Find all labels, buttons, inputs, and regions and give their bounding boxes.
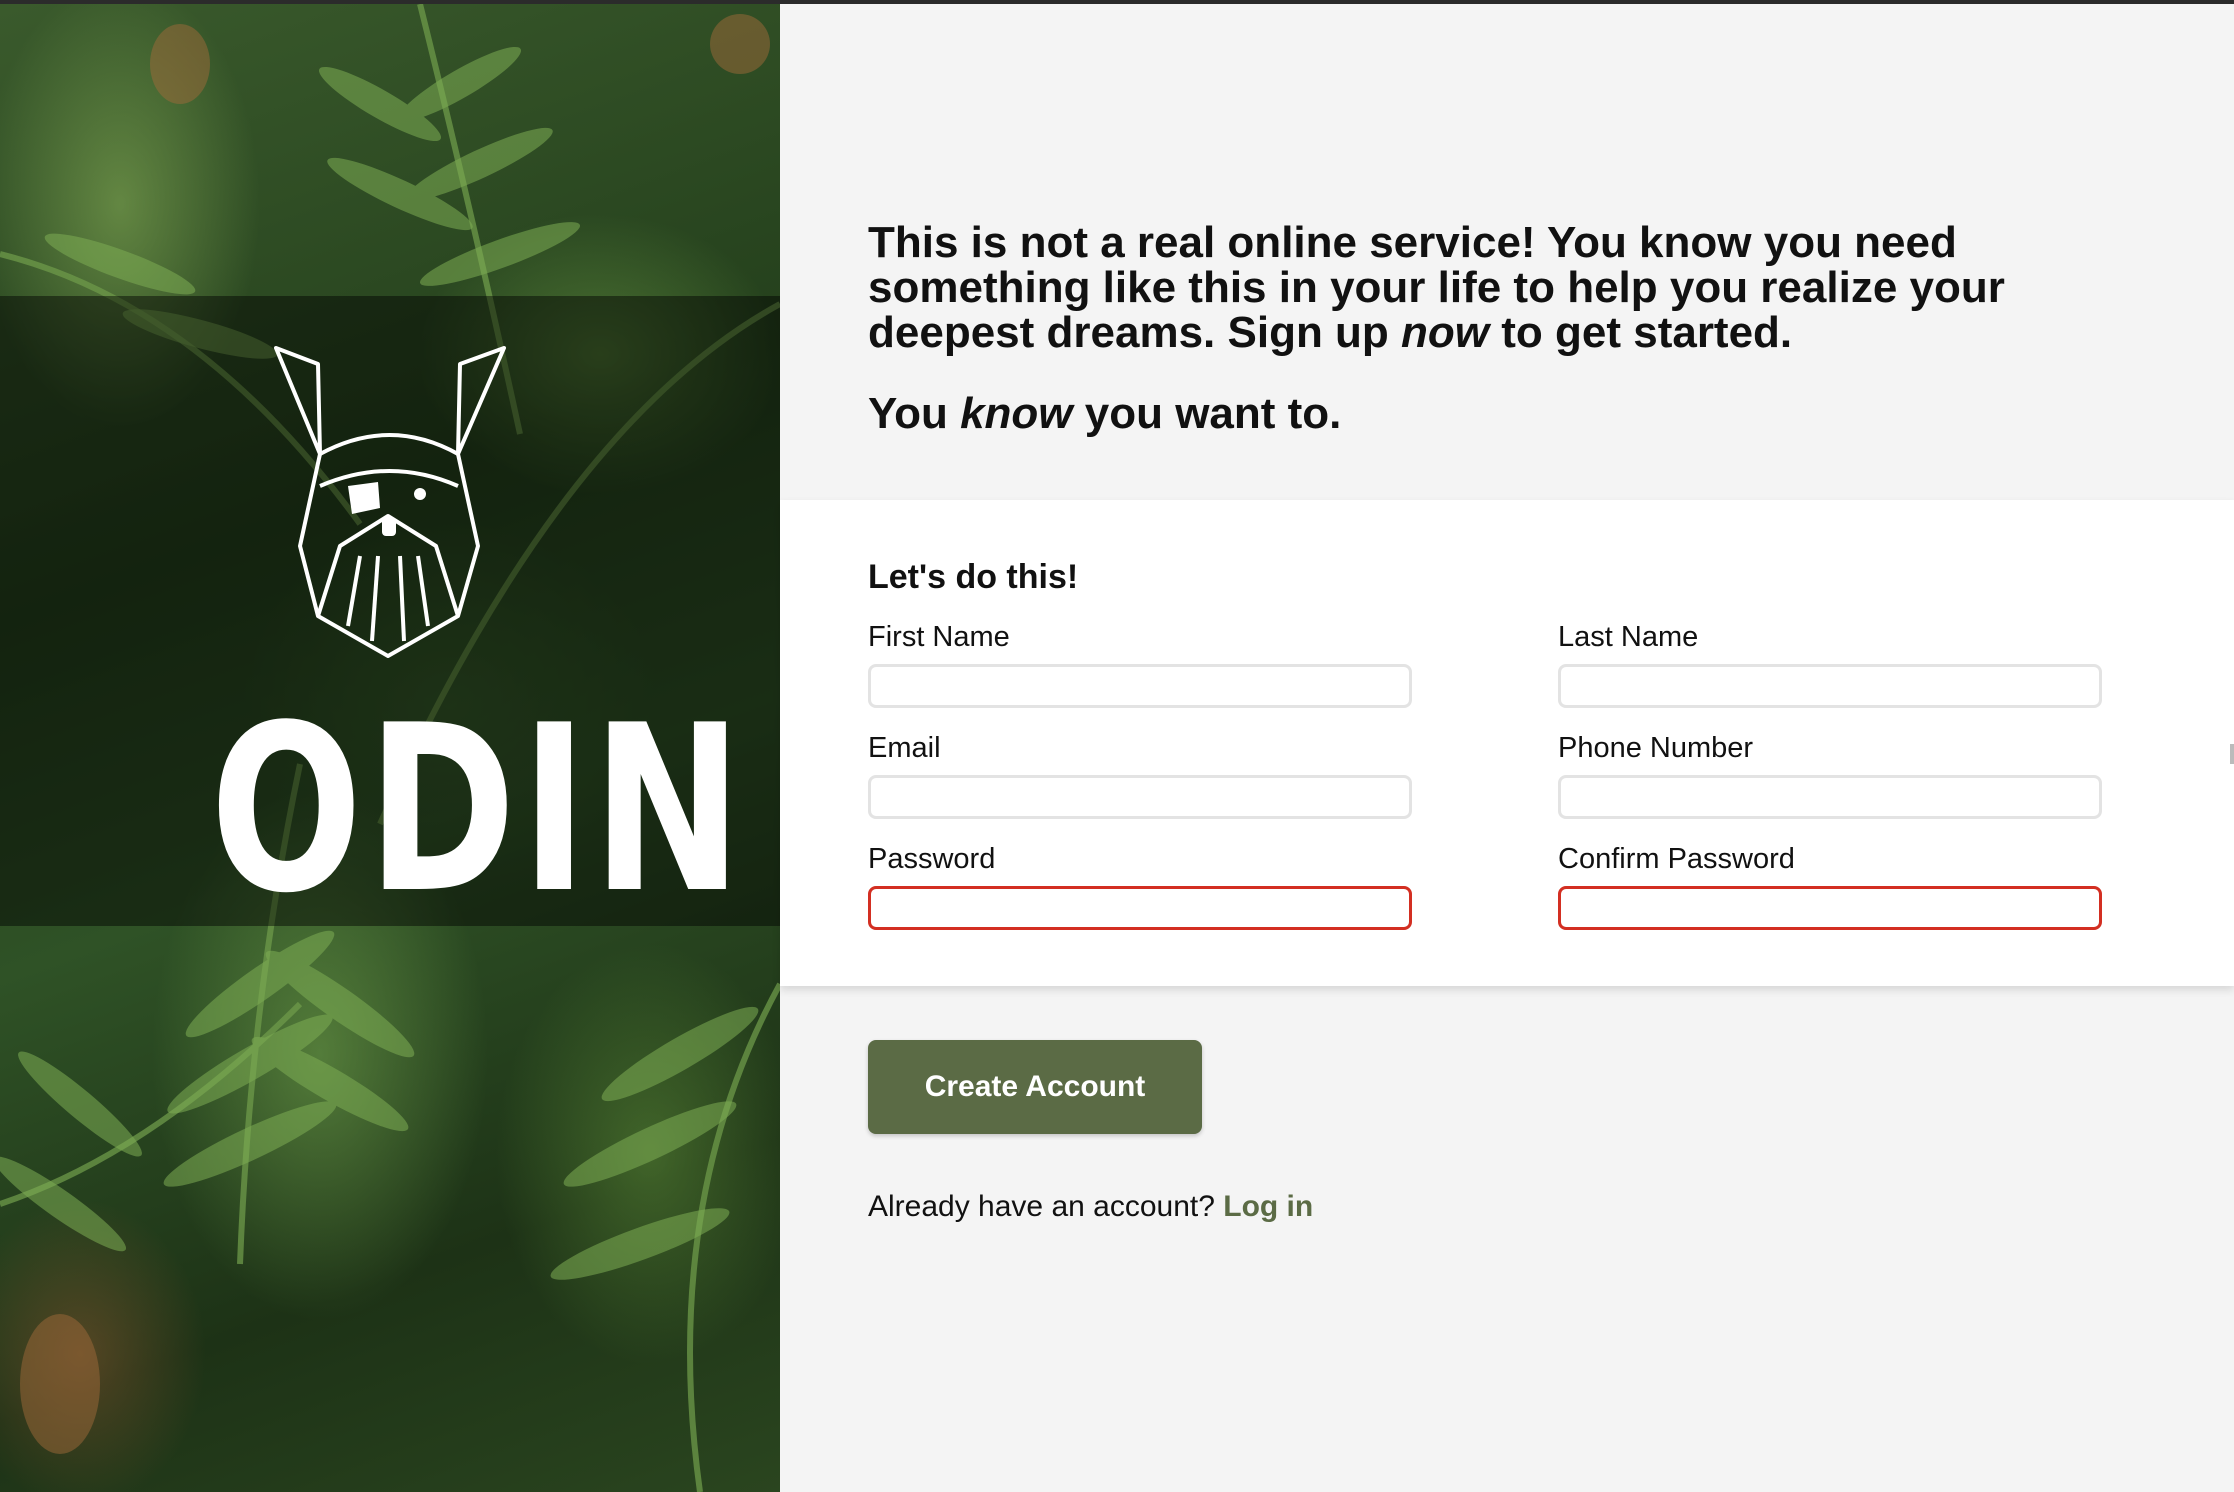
- intro-copy: This is not a real online service! You k…: [868, 220, 2068, 436]
- first-name-field-group: First Name: [868, 620, 1412, 708]
- phone-label: Phone Number: [1558, 732, 1754, 764]
- confirm-password-field-group: Confirm Password: [1558, 842, 2102, 930]
- phone-input[interactable]: [1558, 775, 2102, 819]
- signup-form: Let's do this! First Name Last Name Emai…: [780, 500, 2234, 986]
- login-prompt-text: Already have an account?: [868, 1190, 1215, 1223]
- logo-banner: ODIN: [0, 296, 780, 926]
- email-label: Email: [868, 732, 941, 764]
- create-account-button[interactable]: Create Account: [868, 1040, 1202, 1134]
- signup-content: This is not a real online service! You k…: [780, 4, 2234, 1492]
- confirm-password-label: Confirm Password: [1558, 843, 1795, 875]
- login-prompt: Already have an account? Log in: [868, 1190, 1313, 1224]
- login-link[interactable]: Log in: [1223, 1190, 1313, 1223]
- last-name-field-group: Last Name: [1558, 620, 2102, 708]
- password-label: Password: [868, 843, 996, 875]
- scrollbar-edge[interactable]: [2230, 744, 2234, 764]
- email-field-group: Email: [868, 731, 1412, 819]
- confirm-password-input[interactable]: [1558, 886, 2102, 930]
- last-name-label: Last Name: [1558, 621, 1699, 653]
- phone-field-group: Phone Number: [1558, 731, 2102, 819]
- password-field-group: Password: [868, 842, 1412, 930]
- first-name-label: First Name: [868, 621, 1010, 653]
- email-input[interactable]: [868, 775, 1412, 819]
- intro-paragraph: This is not a real online service! You k…: [868, 218, 2005, 357]
- intro-tagline: You know you want to.: [868, 389, 1342, 438]
- form-title: Let's do this!: [868, 558, 1079, 596]
- fern-background-panel: ODIN: [0, 4, 780, 1492]
- last-name-input[interactable]: [1558, 664, 2102, 708]
- signup-page: ODIN This is not a real online service! …: [0, 4, 2234, 1492]
- password-input[interactable]: [868, 886, 1412, 930]
- first-name-input[interactable]: [868, 664, 1412, 708]
- brand-wordmark: ODIN: [210, 677, 748, 944]
